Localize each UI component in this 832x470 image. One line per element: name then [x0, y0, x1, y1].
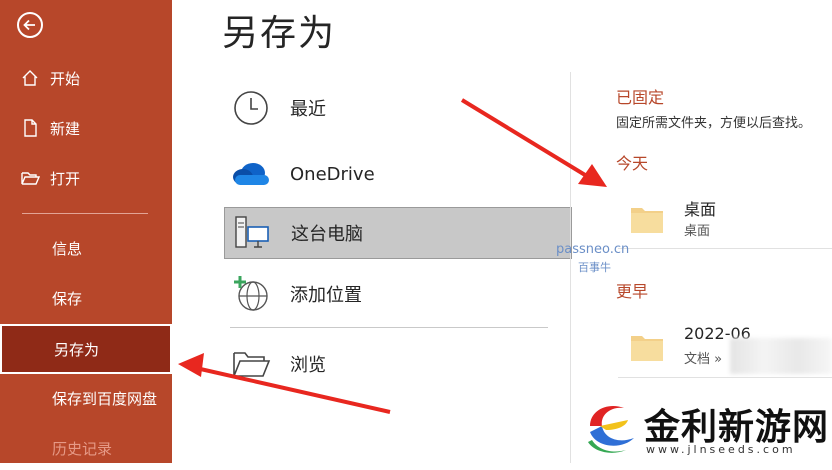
sidebar-item-save-to-baidu[interactable]: 保存到百度网盘: [0, 376, 172, 420]
today-heading: 今天: [616, 154, 649, 173]
sidebar-item-open[interactable]: 打开: [0, 156, 172, 200]
logo-mark-icon: [588, 406, 634, 453]
home-icon: [20, 68, 40, 88]
pinned-heading: 已固定: [616, 88, 665, 107]
folder-icon: [630, 332, 664, 366]
row-divider: [618, 248, 832, 249]
clock-icon: [230, 87, 272, 129]
folder-icon: [630, 204, 664, 238]
sidebar-item-save[interactable]: 保存: [0, 276, 172, 320]
location-browse[interactable]: 浏览: [224, 338, 572, 390]
cloud-icon: [230, 153, 272, 195]
location-label: 这台电脑: [291, 224, 363, 245]
sidebar-item-info[interactable]: 信息: [0, 226, 172, 270]
sidebar-item-history[interactable]: 历史记录: [0, 426, 172, 470]
sidebar-item-label: 开始: [50, 69, 81, 88]
open-folder-icon: [20, 168, 40, 188]
open-folder-icon: [230, 343, 272, 385]
page-title: 另存为: [222, 13, 337, 54]
folder-path: 文档 »: [684, 352, 723, 367]
computer-icon: [231, 212, 273, 254]
sidebar-item-label: 打开: [50, 169, 81, 188]
location-recent[interactable]: 最近: [224, 82, 572, 134]
pinned-note: 固定所需文件夹，方便以后查找。: [616, 116, 812, 131]
sidebar-item-label: 保存到百度网盘: [52, 389, 158, 408]
pane-divider: [570, 72, 571, 463]
folder-row-desktop[interactable]: 桌面 桌面: [618, 190, 832, 248]
sidebar-item-home[interactable]: 开始: [0, 56, 172, 100]
location-label: 添加位置: [290, 285, 362, 306]
location-this-pc[interactable]: 这台电脑: [224, 207, 572, 259]
sidebar-item-label: 信息: [52, 239, 83, 258]
location-onedrive[interactable]: OneDrive: [224, 148, 572, 200]
location-label: 最近: [290, 99, 326, 120]
new-document-icon: [20, 118, 40, 138]
folder-name: 桌面: [684, 200, 717, 219]
folder-path: 桌面: [684, 224, 711, 239]
add-globe-icon: [230, 273, 272, 315]
blurred-region: [730, 338, 832, 374]
location-label: 浏览: [290, 355, 326, 376]
sidebar-item-label: 新建: [50, 119, 81, 138]
location-label: OneDrive: [290, 163, 375, 185]
earlier-heading: 更早: [616, 282, 649, 301]
site-logo: 金利新游网 www.jlnseeds.com: [578, 392, 832, 463]
locations-divider: [230, 327, 548, 328]
sidebar-item-label: 历史记录: [52, 439, 113, 458]
sidebar-divider: [22, 213, 148, 214]
watermark-text: passneo.cn: [556, 242, 630, 257]
sidebar-item-new[interactable]: 新建: [0, 106, 172, 150]
sidebar-item-save-as[interactable]: 另存为: [0, 324, 172, 374]
back-button[interactable]: [17, 12, 43, 38]
backstage-sidebar: 开始 新建 打开 信息 保存 另存为 保存到百度网盘 历史记录: [0, 0, 172, 463]
sidebar-item-label: 另存为: [54, 340, 100, 359]
watermark-subtext: 百事牛: [578, 261, 611, 274]
logo-url: www.jlnseeds.com: [646, 443, 796, 456]
row-divider: [618, 377, 832, 378]
sidebar-item-label: 保存: [52, 289, 83, 308]
location-add-place[interactable]: 添加位置: [224, 268, 572, 320]
arrow-left-icon: [23, 19, 35, 31]
